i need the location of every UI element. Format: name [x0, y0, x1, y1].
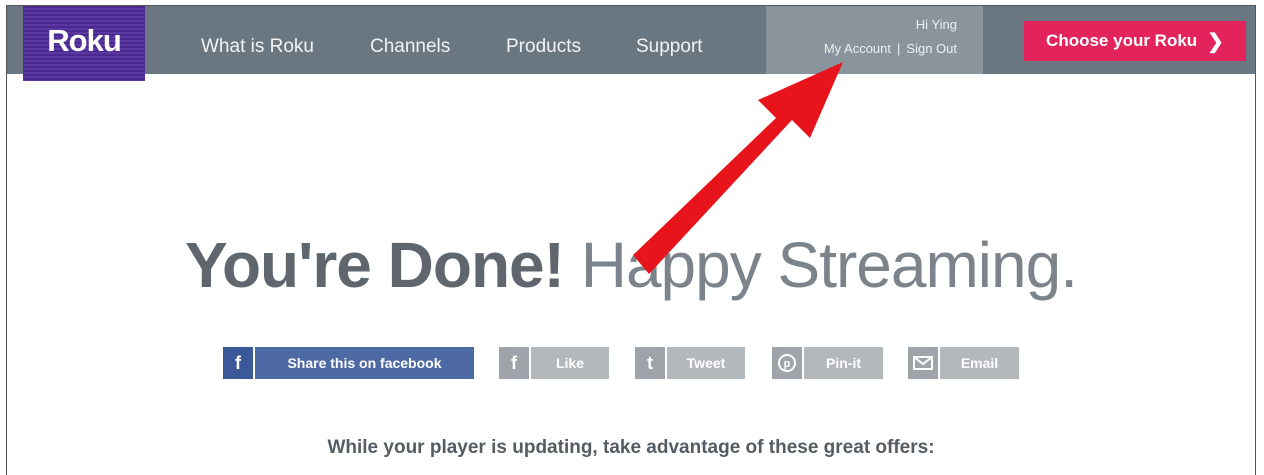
tweet-button[interactable]: t Tweet: [635, 347, 745, 379]
choose-your-roku-button[interactable]: Choose your Roku ❯: [1024, 21, 1246, 61]
account-box: Hi Ying My Account | Sign Out: [766, 6, 983, 74]
my-account-link[interactable]: My Account: [824, 41, 891, 56]
hero-light-text: Happy Streaming.: [580, 229, 1078, 301]
greeting: Hi Ying: [915, 17, 957, 32]
pinterest-icon: p: [772, 347, 804, 379]
roku-logo[interactable]: Roku: [23, 6, 145, 81]
facebook-share-label: Share this on facebook: [255, 347, 474, 379]
twitter-icon: t: [635, 347, 667, 379]
email-button[interactable]: Email: [908, 347, 1019, 379]
facebook-like-icon: f: [499, 347, 531, 379]
like-button[interactable]: f Like: [499, 347, 609, 379]
hero-bold-text: You're Done!: [185, 229, 565, 301]
facebook-icon: f: [223, 347, 255, 379]
page-frame: What is Roku Channels Products Support H…: [6, 5, 1256, 475]
pin-it-button[interactable]: p Pin-it: [772, 347, 883, 379]
choose-your-roku-label: Choose your Roku: [1046, 31, 1198, 50]
share-row: f Share this on facebook f Like t Tweet …: [7, 347, 1255, 379]
top-navbar: What is Roku Channels Products Support H…: [7, 6, 1255, 74]
svg-text:p: p: [784, 358, 791, 370]
like-label: Like: [531, 347, 609, 379]
pin-it-label: Pin-it: [804, 347, 883, 379]
email-label: Email: [940, 347, 1019, 379]
hero-heading: You're Done! Happy Streaming.: [7, 228, 1255, 302]
envelope-icon: [908, 347, 940, 379]
chevron-right-icon: ❯: [1207, 30, 1224, 53]
account-links: My Account | Sign Out: [824, 41, 957, 56]
tweet-label: Tweet: [667, 347, 745, 379]
offers-heading: While your player is updating, take adva…: [327, 437, 935, 458]
logo-text: Roku: [47, 22, 121, 58]
nav-channels[interactable]: Channels: [370, 36, 450, 58]
facebook-share-button[interactable]: f Share this on facebook: [223, 347, 474, 379]
nav-support[interactable]: Support: [636, 36, 703, 58]
nav-what-is-roku[interactable]: What is Roku: [201, 36, 314, 58]
account-separator: |: [897, 41, 901, 56]
nav-products[interactable]: Products: [506, 36, 581, 58]
sign-out-link[interactable]: Sign Out: [906, 41, 957, 56]
